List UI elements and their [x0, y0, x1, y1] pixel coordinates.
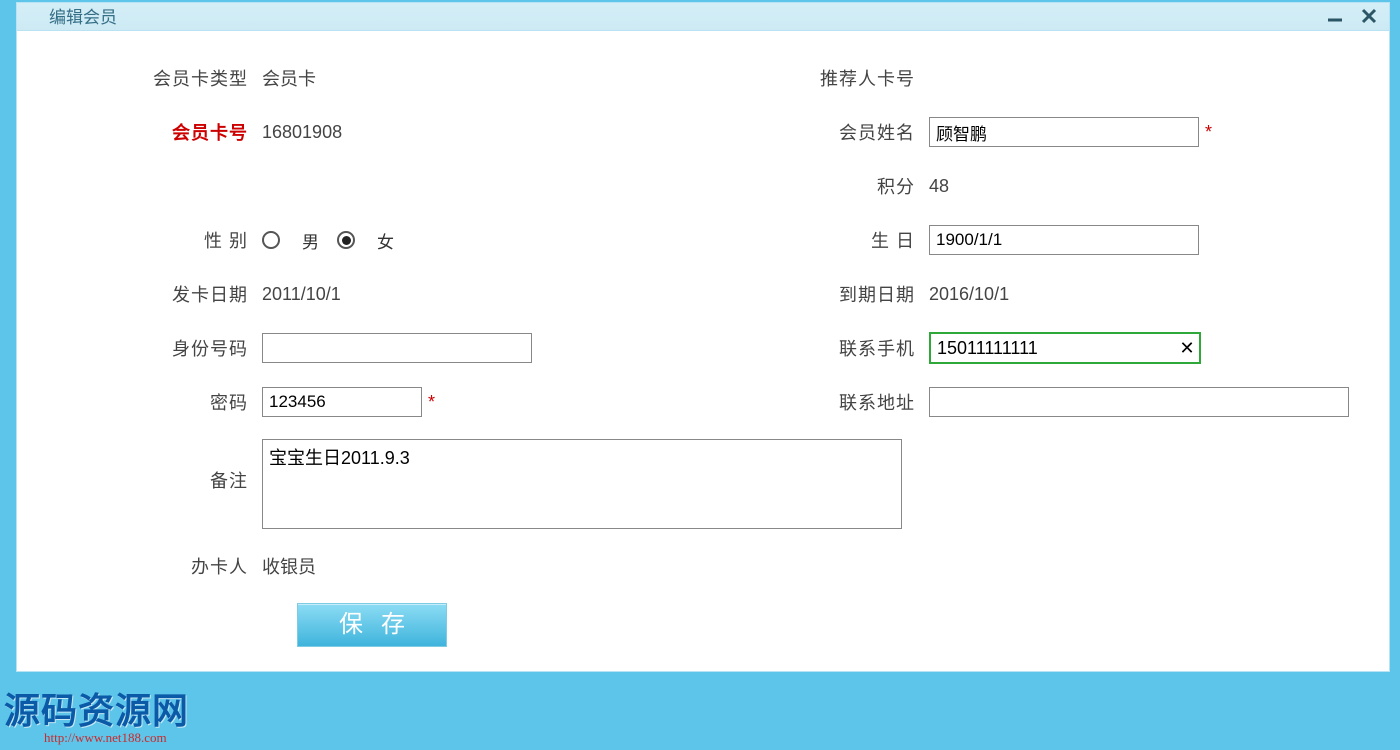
radio-male-label: 男 [302, 228, 319, 253]
label-phone: 联系手机 [724, 335, 929, 361]
radio-male[interactable] [262, 231, 280, 249]
value-points: 48 [929, 176, 949, 197]
value-card-type: 会员卡 [262, 65, 316, 91]
value-issue-date: 2011/10/1 [262, 284, 341, 305]
dialog-title: 编辑会员 [45, 5, 121, 31]
dialog-titlebar: 编辑会员 [17, 3, 1389, 31]
required-star-name: * [1205, 122, 1212, 143]
label-password: 密码 [57, 389, 262, 415]
label-member-name: 会员姓名 [724, 119, 929, 145]
member-name-input[interactable] [929, 117, 1199, 147]
label-issue-date: 发卡日期 [57, 281, 262, 307]
phone-input[interactable] [931, 334, 1175, 362]
value-expire-date: 2016/10/1 [929, 284, 1009, 305]
label-card-no: 会员卡号 [57, 119, 262, 145]
close-button[interactable] [1355, 5, 1383, 27]
radio-female[interactable] [337, 231, 355, 249]
address-input[interactable] [929, 387, 1349, 417]
watermark-text: 源码资源网 [4, 682, 189, 734]
required-star-password: * [428, 392, 435, 413]
edit-member-dialog: 编辑会员 会员卡类型 会员卡 推荐人卡号 [16, 2, 1390, 672]
label-memo: 备注 [57, 439, 262, 493]
value-card-no: 16801908 [262, 122, 342, 143]
phone-input-wrapper: ✕ [929, 332, 1201, 364]
label-card-type: 会员卡类型 [57, 65, 262, 91]
label-id-number: 身份号码 [57, 335, 262, 361]
phone-clear-icon[interactable]: ✕ [1175, 338, 1199, 359]
memo-textarea[interactable] [262, 439, 902, 529]
label-address: 联系地址 [724, 389, 929, 415]
label-birthday: 生 日 [724, 227, 929, 253]
label-points: 积分 [724, 173, 929, 199]
birthday-input[interactable] [929, 225, 1199, 255]
label-expire-date: 到期日期 [724, 281, 929, 307]
radio-female-label: 女 [377, 228, 394, 253]
id-number-input[interactable] [262, 333, 532, 363]
label-gender: 性 别 [57, 227, 262, 253]
password-input[interactable] [262, 387, 422, 417]
label-referrer-card: 推荐人卡号 [724, 65, 929, 91]
minimize-button[interactable] [1321, 5, 1349, 27]
save-button[interactable]: 保存 [297, 603, 447, 647]
value-operator: 收银员 [262, 553, 316, 579]
watermark: 源码资源网 http://www.net188.com [4, 682, 189, 746]
label-operator: 办卡人 [57, 553, 262, 579]
